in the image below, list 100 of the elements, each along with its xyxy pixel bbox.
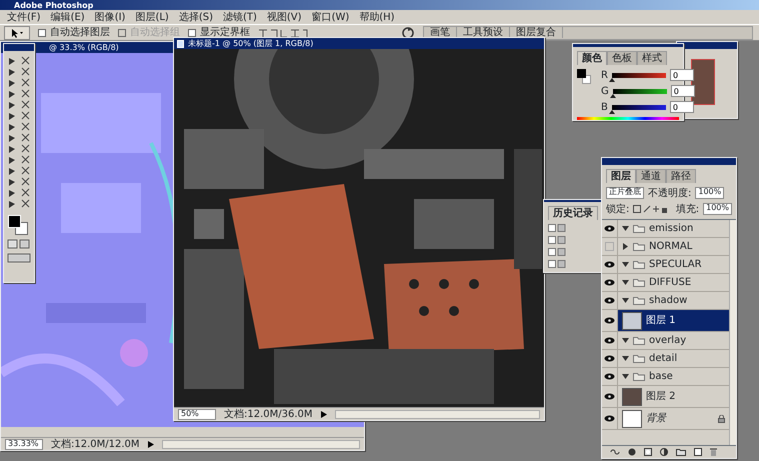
- expanded-triangle-icon[interactable]: [622, 261, 629, 268]
- document-title: 未标题-1 @ 50% (图层 1, RGB/8): [188, 38, 314, 49]
- move-tool-icon: [11, 28, 23, 38]
- tool-preset-button[interactable]: [4, 26, 30, 40]
- eye-icon[interactable]: [604, 355, 615, 362]
- eye-icon[interactable]: [604, 297, 615, 304]
- zoom-field[interactable]: 33.33%: [5, 438, 43, 450]
- horizontal-scrollbar[interactable]: [162, 440, 360, 448]
- trash-icon[interactable]: [710, 448, 717, 456]
- slider-thumb[interactable]: [608, 78, 615, 82]
- menu-item[interactable]: 图像(I): [90, 12, 130, 22]
- folder-icon: [633, 278, 645, 287]
- history-step-icon[interactable]: [548, 224, 568, 232]
- opacity-label: 不透明度:: [648, 188, 692, 198]
- layer-row[interactable]: SPECULAR: [602, 256, 729, 274]
- color-spectrum[interactable]: [577, 117, 679, 120]
- panel-tab[interactable]: 色板: [607, 51, 637, 65]
- expanded-triangle-icon[interactable]: [622, 373, 629, 380]
- mask-mode-icon[interactable]: [7, 239, 31, 249]
- expanded-triangle-icon[interactable]: [622, 337, 629, 344]
- layer-row[interactable]: 图层 2: [602, 386, 729, 408]
- layer-thumbnail: [622, 312, 642, 330]
- layer-name: emission: [649, 223, 694, 234]
- menu-item[interactable]: 文件(F): [2, 12, 46, 22]
- panel-tab[interactable]: 图层: [606, 169, 636, 183]
- channel-label: B: [601, 102, 608, 112]
- expanded-triangle-icon[interactable]: [622, 355, 629, 362]
- menu-item[interactable]: 视图(V): [262, 12, 307, 22]
- history-step-icon[interactable]: [548, 248, 568, 256]
- eye-icon[interactable]: [604, 261, 615, 268]
- folder-icon: [633, 224, 645, 233]
- layer-row[interactable]: NORMAL: [602, 238, 729, 256]
- menu-item[interactable]: 窗口(W): [306, 12, 354, 22]
- layer-thumbnail: [622, 388, 642, 406]
- layer-name: detail: [649, 353, 678, 364]
- panel-tab[interactable]: 样式: [637, 51, 667, 65]
- channel-label: G: [601, 86, 609, 96]
- horizontal-scrollbar[interactable]: [334, 410, 540, 418]
- mask-icon[interactable]: [644, 448, 652, 456]
- layer-row[interactable]: DIFFUSE: [602, 274, 729, 292]
- foreground-color-swatch[interactable]: [577, 69, 586, 78]
- eye-icon[interactable]: [604, 373, 615, 380]
- history-step-icon[interactable]: [548, 260, 568, 268]
- panel-tab[interactable]: 历史记录: [548, 206, 598, 220]
- folder-icon: [633, 336, 645, 345]
- checkbox-label: 显示定界框: [200, 27, 250, 38]
- panel-tab[interactable]: 路径: [666, 169, 696, 183]
- eye-icon[interactable]: [604, 225, 615, 232]
- screen-mode-icon[interactable]: [7, 253, 31, 263]
- eye-icon[interactable]: [604, 393, 615, 400]
- expanded-triangle-icon[interactable]: [622, 279, 629, 286]
- opacity-field[interactable]: 100%: [695, 187, 724, 199]
- play-arrow-icon[interactable]: [148, 440, 154, 448]
- foreground-color-swatch[interactable]: [8, 215, 21, 228]
- layer-row[interactable]: detail: [602, 350, 729, 368]
- adjustment-icon[interactable]: [660, 448, 668, 456]
- layer-row[interactable]: 背景: [602, 408, 729, 430]
- menu-item[interactable]: 帮助(H): [354, 12, 400, 22]
- folder-icon: [633, 372, 645, 381]
- folder-icon: [633, 260, 645, 269]
- checkbox[interactable]: [38, 28, 46, 36]
- value-field[interactable]: 0: [670, 101, 694, 113]
- panel-tab[interactable]: 颜色: [577, 51, 607, 65]
- vertical-scrollbar[interactable]: [729, 220, 736, 445]
- layer-style-icon[interactable]: [628, 448, 636, 456]
- history-step-icon[interactable]: [548, 236, 568, 244]
- expanded-triangle-icon[interactable]: [622, 225, 629, 232]
- layer-name: NORMAL: [649, 241, 692, 252]
- link-icon[interactable]: [610, 449, 620, 455]
- folder-icon[interactable]: [676, 448, 686, 456]
- blend-mode-dropdown[interactable]: 正片叠底: [606, 187, 644, 199]
- layer-row[interactable]: overlay: [602, 332, 729, 350]
- eye-icon[interactable]: [604, 415, 615, 422]
- menu-item[interactable]: 选择(S): [174, 12, 218, 22]
- document-icon: [177, 40, 184, 48]
- checkbox[interactable]: [188, 28, 196, 36]
- menu-item[interactable]: 编辑(E): [46, 12, 90, 22]
- value-field[interactable]: 0: [670, 85, 695, 97]
- collapsed-triangle-icon[interactable]: [622, 243, 629, 250]
- document-size: 文档:12.0M/36.0M: [224, 408, 313, 420]
- eye-icon[interactable]: [604, 337, 615, 344]
- lock-options-icon[interactable]: [633, 205, 668, 213]
- menu-item[interactable]: 滤镜(T): [218, 12, 262, 22]
- value-field[interactable]: 0: [670, 69, 694, 81]
- layer-row[interactable]: emission: [602, 220, 729, 238]
- refresh-icon[interactable]: [401, 26, 415, 38]
- menu-item[interactable]: 图层(L): [130, 12, 174, 22]
- panel-tab[interactable]: 通道: [636, 169, 666, 183]
- layer-row[interactable]: base: [602, 368, 729, 386]
- window-title: Adobe Photoshop: [13, 1, 94, 10]
- folder-icon: [633, 242, 645, 251]
- checkbox-label: 自动选择图层: [50, 27, 110, 38]
- eye-icon[interactable]: [604, 279, 615, 286]
- new-layer-icon[interactable]: [694, 448, 702, 456]
- expanded-triangle-icon[interactable]: [622, 297, 629, 304]
- play-arrow-icon[interactable]: [320, 410, 327, 418]
- fill-field[interactable]: 100%: [703, 203, 732, 215]
- slider-thumb[interactable]: [610, 94, 616, 98]
- eye-icon[interactable]: [604, 317, 615, 324]
- zoom-field[interactable]: 50%: [178, 408, 216, 420]
